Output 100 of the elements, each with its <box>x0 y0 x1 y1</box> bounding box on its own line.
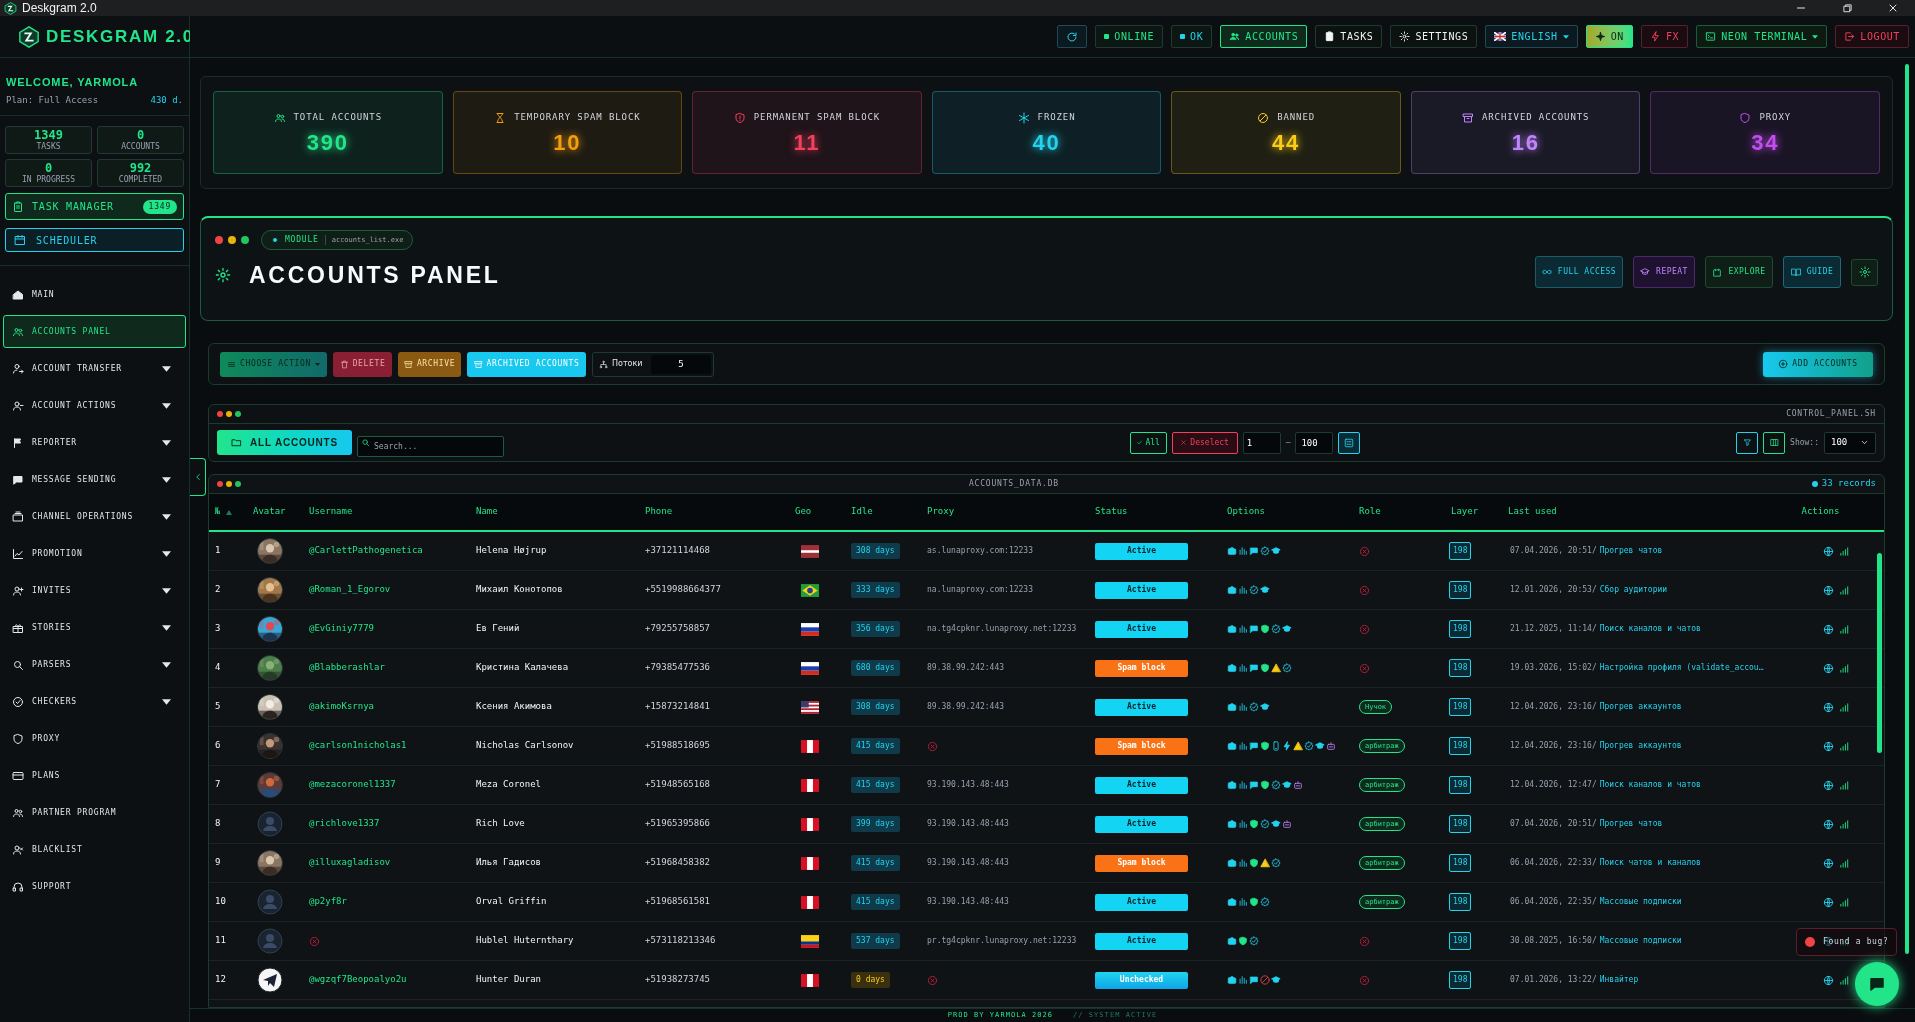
username-link[interactable]: @CarlettPathogenetica <box>309 545 423 556</box>
sidebar-item[interactable]: REPORTER <box>3 426 186 459</box>
panel-button[interactable]: REPEAT <box>1633 256 1695 289</box>
username-link[interactable]: @EvGiniy7779 <box>309 623 375 634</box>
column-header[interactable]: Last used <box>1504 505 1761 519</box>
username-link[interactable]: @akimoKsrnya <box>309 701 375 712</box>
task-link[interactable]: Поиск каналов и чатов <box>1599 623 1701 635</box>
stat-value: 34 <box>1751 132 1780 155</box>
column-header[interactable]: Name <box>472 505 641 519</box>
search-field[interactable]: Search... <box>357 436 504 457</box>
task-link[interactable]: Инвайтер <box>1599 974 1639 986</box>
sidebar-item[interactable]: PARSERS <box>3 648 186 681</box>
task-count-badge: 1349 <box>142 199 177 214</box>
sidebar-item[interactable]: MAIN <box>3 278 186 311</box>
task-link[interactable]: Прогрев аккаунтов <box>1599 701 1682 713</box>
task-link[interactable]: Прогрев аккаунтов <box>1599 740 1682 752</box>
username-link[interactable]: @richlove1337 <box>309 818 380 829</box>
column-header[interactable]: Geo <box>791 505 847 519</box>
sidebar-item[interactable]: STORIES <box>3 611 186 644</box>
task-link[interactable]: Массовые подписки <box>1599 935 1682 947</box>
panel-button[interactable]: EXPLORE <box>1705 256 1773 289</box>
sidebar-item[interactable]: INVITES <box>3 574 186 607</box>
page-size-select[interactable]: 100 <box>1824 431 1876 454</box>
sidebar-item[interactable]: SUPPORT <box>3 870 186 903</box>
range-from-input[interactable]: 1 <box>1242 431 1281 454</box>
sidebar-item[interactable]: CHECKERS <box>3 685 186 718</box>
effects-toggle[interactable]: ON <box>1585 25 1633 48</box>
threads-input[interactable]: 5 <box>651 354 711 374</box>
deselect-button[interactable]: Deselect <box>1171 431 1238 454</box>
sidebar-item[interactable]: ACCOUNT TRANSFER <box>3 352 186 385</box>
panel-button[interactable]: FULL ACCESS <box>1535 256 1623 289</box>
username-link[interactable]: @mezacoronel1337 <box>309 779 396 790</box>
panel-button[interactable]: GUIDE <box>1783 256 1841 289</box>
sidebar-item[interactable]: ACCOUNTS PANEL <box>3 315 186 348</box>
range-to-input[interactable]: 100 <box>1295 431 1334 454</box>
sidebar-label: REPORTER <box>32 436 77 449</box>
task-manager-button[interactable]: TASK MANAGER 1349 <box>5 193 184 220</box>
username-link[interactable]: @illuxagladisov <box>309 857 391 868</box>
sidebar-item[interactable]: PLANS <box>3 759 186 792</box>
last-used-time: 07.04.2026, 20:51/ <box>1510 818 1597 830</box>
fx-button[interactable]: FX <box>1640 25 1689 48</box>
proxy-address: 89.38.99.242:443 <box>927 663 1005 673</box>
control-panel-title: CONTROL_PANEL.SH <box>1786 408 1876 420</box>
sidebar-item[interactable]: BLACKLIST <box>3 833 186 866</box>
toolbar-button[interactable]: ARCHIVE <box>398 351 461 377</box>
stat-label: TOTAL ACCOUNTS <box>293 110 382 124</box>
column-header[interactable]: Idle <box>847 505 923 519</box>
status-indicator[interactable]: OK <box>1171 25 1213 48</box>
column-header[interactable]: № <box>211 505 249 519</box>
nav-tab[interactable]: ACCOUNTS <box>1220 25 1308 48</box>
column-header[interactable]: Layer <box>1447 505 1504 519</box>
select-all-button[interactable]: All <box>1129 431 1167 454</box>
task-link[interactable]: Массовые подписки <box>1599 896 1682 908</box>
threads-control[interactable]: Потоки 5 <box>592 351 714 377</box>
task-link[interactable]: Настройка профиля (validate_accou… <box>1599 662 1764 674</box>
row-number: 4 <box>214 661 222 675</box>
sidebar-item[interactable]: MESSAGE SENDING <box>3 463 186 496</box>
scheduler-button[interactable]: SCHEDULER <box>5 228 184 252</box>
logout-button[interactable]: LOGOUT <box>1835 25 1909 48</box>
phone-number: +5519988664377 <box>644 583 722 597</box>
proxy-address: 93.190.143.48:443 <box>927 897 1009 907</box>
username-link[interactable]: @Blabberashlar <box>309 662 385 673</box>
column-header[interactable]: Phone <box>641 505 791 519</box>
task-link[interactable]: Поиск чатов и каналов <box>1599 857 1701 869</box>
language-select[interactable]: ENGLISH <box>1485 25 1578 48</box>
sidebar-label: MESSAGE SENDING <box>32 473 117 486</box>
sidebar-item[interactable]: PROMOTION <box>3 537 186 570</box>
column-header[interactable]: Status <box>1091 505 1223 519</box>
username-link[interactable]: @carlson1nicholas1 <box>309 740 407 751</box>
sidebar-item[interactable]: ACCOUNT ACTIONS <box>3 389 186 422</box>
task-link[interactable]: Прогрев чатов <box>1599 545 1663 557</box>
add-accounts-button[interactable]: ADD ACCOUNTS <box>1763 351 1873 377</box>
task-link[interactable]: Сбор аудитории <box>1599 584 1668 596</box>
all-accounts-button[interactable]: ALL ACCOUNTS <box>217 430 352 455</box>
sidebar-item[interactable]: PARTNER PROGRAM <box>3 796 186 829</box>
username-link[interactable]: @wgzqf7Beopoalyo2u <box>309 974 407 985</box>
sidebar-label: PROXY <box>32 732 61 745</box>
welcome-text: WELCOME, YARMOLA <box>6 75 140 90</box>
last-used-time: 30.08.2025, 16:50/ <box>1510 935 1597 947</box>
idle-badge: 537 days <box>851 933 900 949</box>
nav-tab[interactable]: TASKS <box>1315 25 1383 48</box>
column-header[interactable]: Role <box>1355 505 1447 519</box>
sidebar-item[interactable]: CHANNEL OPERATIONS <box>3 500 186 533</box>
column-header[interactable]: Proxy <box>923 505 1091 519</box>
username-link[interactable]: @p2yf8r <box>309 896 347 907</box>
sidebar-item[interactable]: PROXY <box>3 722 186 755</box>
phone-number: +573118213346 <box>644 934 717 948</box>
task-link[interactable]: Прогрев чатов <box>1599 818 1663 830</box>
column-header[interactable]: Actions <box>1761 505 1876 519</box>
theme-select[interactable]: NEON TERMINAL <box>1696 25 1828 48</box>
column-header[interactable]: Avatar <box>249 505 305 519</box>
bug-report-button[interactable]: Found a bug? <box>1796 928 1898 956</box>
nav-tab[interactable]: SETTINGS <box>1390 25 1478 48</box>
column-header[interactable]: Options <box>1223 505 1355 519</box>
column-header[interactable]: Username <box>305 505 472 519</box>
status-indicator[interactable]: ONLINE <box>1095 25 1164 48</box>
stat-tile: 0 IN PROGRESS <box>5 159 92 187</box>
toolbar-button[interactable]: DELETE <box>333 351 392 377</box>
task-link[interactable]: Поиск каналов и чатов <box>1599 779 1701 791</box>
username-link[interactable]: @Roman_1_Egorov <box>309 584 391 595</box>
